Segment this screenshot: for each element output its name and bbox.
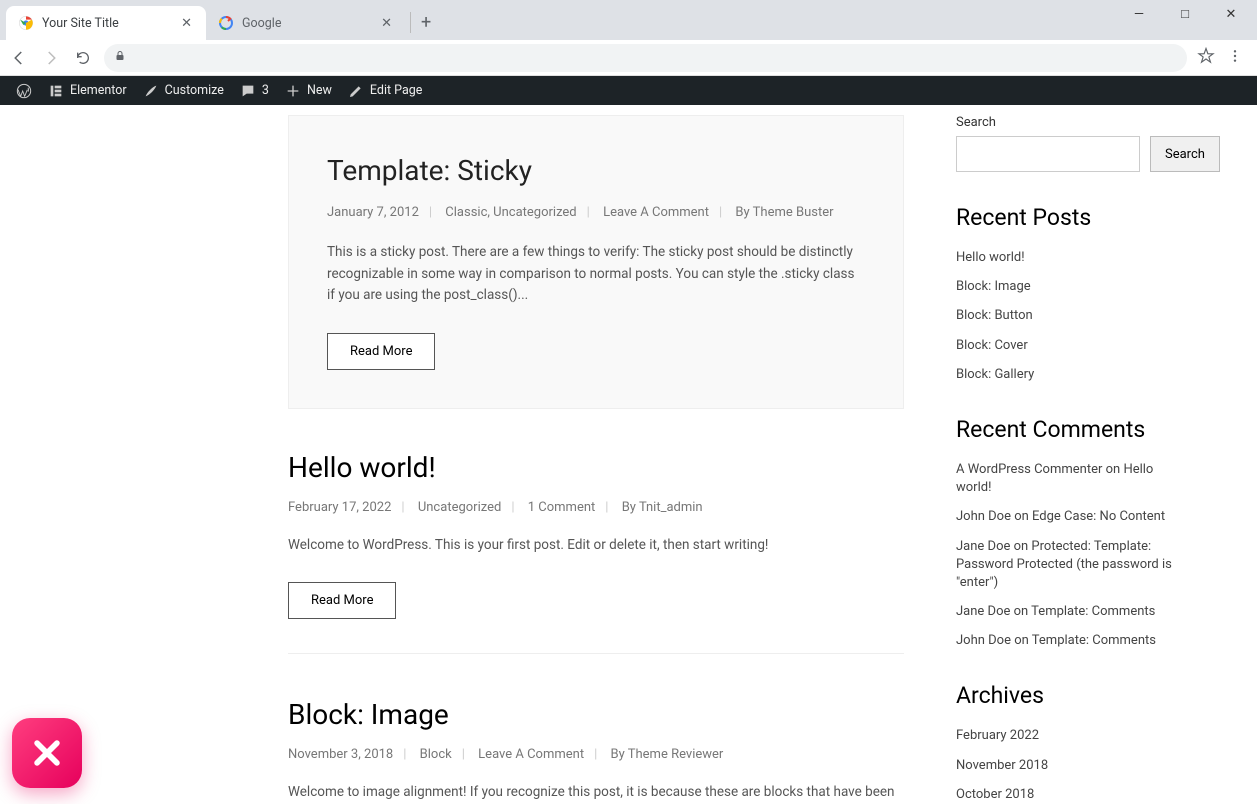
post-comments-link[interactable]: 1 Comment bbox=[528, 500, 596, 515]
post-meta: January 7, 2012| Classic, Uncategorized|… bbox=[327, 205, 865, 220]
post-item: Hello world! February 17, 2022| Uncatego… bbox=[288, 451, 904, 655]
chrome-favicon-icon bbox=[18, 15, 34, 31]
sidebar: Search Search Recent Posts Hello world! … bbox=[956, 115, 1174, 804]
bookmark-star-icon[interactable] bbox=[1197, 47, 1215, 69]
post-categories[interactable]: Block bbox=[420, 747, 452, 762]
post-date: November 3, 2018 bbox=[288, 747, 393, 762]
x-icon bbox=[30, 736, 64, 770]
list-item[interactable]: Hello world! bbox=[956, 249, 1174, 267]
window-maximize-button[interactable]: □ bbox=[1163, 0, 1207, 28]
widget-heading: Archives bbox=[956, 682, 1174, 709]
window-minimize-button[interactable]: — bbox=[1117, 0, 1161, 28]
search-button[interactable]: Search bbox=[1150, 136, 1220, 172]
browser-tab-active[interactable]: Your Site Title ✕ bbox=[6, 6, 206, 40]
reload-button[interactable] bbox=[72, 47, 94, 69]
page-content: Template: Sticky January 7, 2012| Classi… bbox=[0, 105, 1257, 804]
list-item[interactable]: John Doe on Template: Comments bbox=[956, 632, 1174, 650]
post-comments-link[interactable]: Leave A Comment bbox=[603, 205, 709, 220]
wp-elementor-link[interactable]: Elementor bbox=[40, 76, 135, 105]
post-excerpt: Welcome to image alignment! If you recog… bbox=[288, 782, 904, 804]
wp-logo-button[interactable] bbox=[8, 76, 40, 105]
wp-admin-bar: Elementor Customize 3 New Edit Page bbox=[0, 76, 1257, 105]
post-categories[interactable]: Uncategorized bbox=[418, 500, 501, 515]
post-by: By bbox=[611, 747, 628, 762]
read-more-button[interactable]: Read More bbox=[288, 582, 396, 619]
post-author[interactable]: Tnit_admin bbox=[639, 500, 703, 515]
post-by: By bbox=[622, 500, 639, 515]
browser-toolbar bbox=[0, 40, 1257, 76]
wp-customize-label: Customize bbox=[165, 83, 224, 98]
wp-elementor-label: Elementor bbox=[70, 83, 127, 98]
post-title[interactable]: Template: Sticky bbox=[327, 154, 865, 187]
post-excerpt: Welcome to WordPress. This is your first… bbox=[288, 535, 904, 557]
post-comments-link[interactable]: Leave A Comment bbox=[478, 747, 584, 762]
plus-icon bbox=[285, 83, 301, 99]
post-item: Block: Image November 3, 2018| Block| Le… bbox=[288, 698, 904, 804]
tab-close-icon[interactable]: ✕ bbox=[379, 14, 394, 33]
wp-comments-link[interactable]: 3 bbox=[232, 76, 277, 105]
wp-edit-page-label: Edit Page bbox=[370, 83, 423, 98]
post-title[interactable]: Hello world! bbox=[288, 451, 904, 484]
post-date: February 17, 2022 bbox=[288, 500, 391, 515]
recent-posts-widget: Recent Posts Hello world! Block: Image B… bbox=[956, 204, 1174, 384]
back-button[interactable] bbox=[8, 47, 30, 69]
list-item[interactable]: Block: Button bbox=[956, 307, 1174, 325]
search-input[interactable] bbox=[956, 136, 1140, 172]
list-item[interactable]: John Doe on Edge Case: No Content bbox=[956, 508, 1174, 526]
post-date: January 7, 2012 bbox=[327, 205, 419, 220]
read-more-button[interactable]: Read More bbox=[327, 333, 435, 370]
browser-menu-icon[interactable] bbox=[1227, 48, 1243, 68]
post-title[interactable]: Block: Image bbox=[288, 698, 904, 731]
wp-customize-link[interactable]: Customize bbox=[135, 76, 232, 105]
pencil-icon bbox=[348, 83, 364, 99]
list-item[interactable]: Block: Gallery bbox=[956, 366, 1174, 384]
list-item[interactable]: November 2018 bbox=[956, 757, 1174, 775]
list-item[interactable]: Block: Image bbox=[956, 278, 1174, 296]
list-item[interactable]: Jane Doe on Template: Comments bbox=[956, 603, 1174, 621]
list-item[interactable]: October 2018 bbox=[956, 786, 1174, 804]
wp-new-label: New bbox=[307, 83, 332, 98]
wp-new-link[interactable]: New bbox=[277, 76, 340, 105]
tab-close-icon[interactable]: ✕ bbox=[179, 14, 194, 33]
post-sticky: Template: Sticky January 7, 2012| Classi… bbox=[288, 115, 904, 409]
list-item[interactable]: February 2022 bbox=[956, 727, 1174, 745]
window-close-button[interactable]: ✕ bbox=[1209, 0, 1253, 28]
browser-tab-inactive[interactable]: Google ✕ bbox=[206, 6, 406, 40]
lock-icon bbox=[114, 50, 126, 65]
forward-button[interactable] bbox=[40, 47, 62, 69]
brush-icon bbox=[143, 83, 159, 99]
recent-comments-widget: Recent Comments A WordPress Commenter on… bbox=[956, 416, 1174, 651]
post-author[interactable]: Theme Reviewer bbox=[628, 747, 724, 762]
google-favicon-icon bbox=[218, 15, 234, 31]
tab-title: Your Site Title bbox=[42, 16, 119, 31]
wp-comments-count: 3 bbox=[262, 83, 269, 98]
tab-title: Google bbox=[242, 16, 281, 31]
list-item[interactable]: Jane Doe on Protected: Template: Passwor… bbox=[956, 538, 1174, 593]
post-meta: November 3, 2018| Block| Leave A Comment… bbox=[288, 747, 904, 762]
post-meta: February 17, 2022| Uncategorized| 1 Comm… bbox=[288, 500, 904, 515]
new-tab-button[interactable]: + bbox=[410, 12, 441, 33]
window-controls: — □ ✕ bbox=[1117, 0, 1253, 28]
widget-heading: Recent Comments bbox=[956, 416, 1174, 443]
post-author[interactable]: Theme Buster bbox=[753, 205, 834, 220]
address-bar[interactable] bbox=[104, 44, 1187, 72]
post-excerpt: This is a sticky post. There are a few t… bbox=[327, 242, 865, 307]
comment-icon bbox=[240, 83, 256, 99]
elementor-icon bbox=[48, 83, 64, 99]
search-widget: Search Search bbox=[956, 115, 1174, 172]
archives-widget: Archives February 2022 November 2018 Oct… bbox=[956, 682, 1174, 804]
plugin-fab-button[interactable] bbox=[12, 718, 82, 788]
list-item[interactable]: A WordPress Commenter on Hello world! bbox=[956, 461, 1174, 497]
browser-tab-strip: Your Site Title ✕ Google ✕ + — □ ✕ bbox=[0, 0, 1257, 40]
post-by: By bbox=[735, 205, 752, 220]
posts-column: Template: Sticky January 7, 2012| Classi… bbox=[288, 115, 904, 804]
post-categories[interactable]: Classic, Uncategorized bbox=[445, 205, 576, 220]
search-label: Search bbox=[956, 115, 1174, 130]
list-item[interactable]: Block: Cover bbox=[956, 337, 1174, 355]
wp-edit-page-link[interactable]: Edit Page bbox=[340, 76, 431, 105]
widget-heading: Recent Posts bbox=[956, 204, 1174, 231]
